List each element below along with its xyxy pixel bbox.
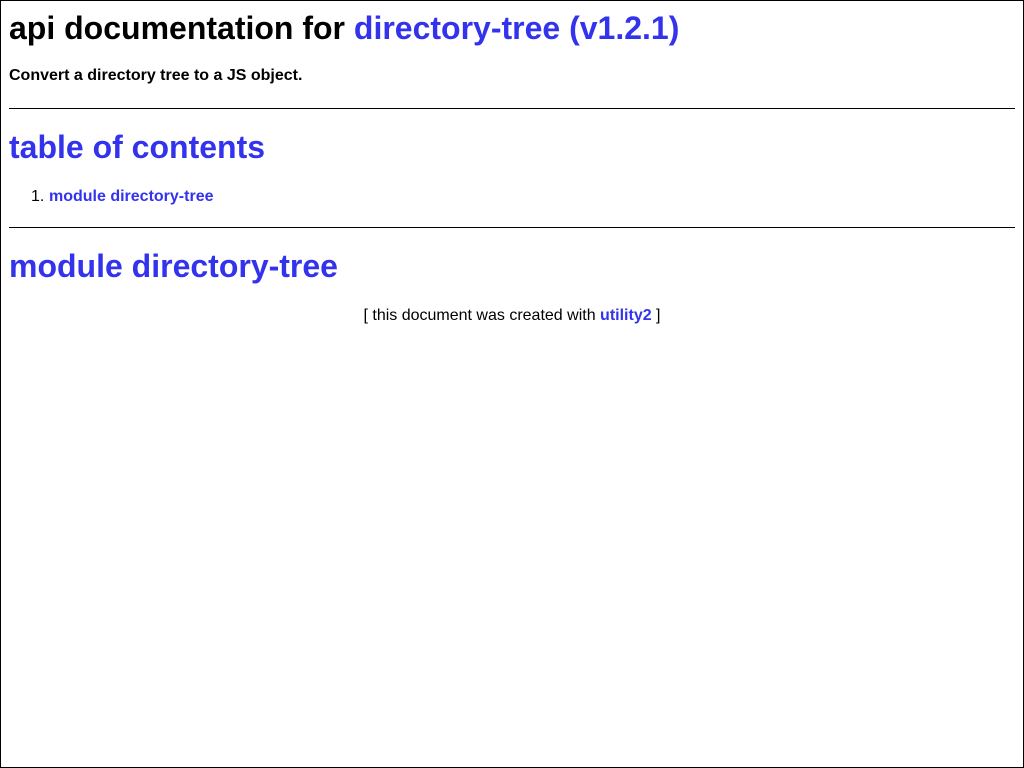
divider — [9, 108, 1015, 109]
footer-prefix: [ this document was created with — [363, 307, 601, 324]
toc-item-number: 1. — [31, 188, 45, 205]
module-heading: module directory-tree — [9, 248, 338, 284]
package-description: Convert a directory tree to a JS object. — [9, 67, 303, 84]
utility2-link[interactable]: utility2 — [600, 307, 652, 324]
footer-suffix: ] — [651, 307, 661, 324]
package-link[interactable]: directory-tree (v1.2.1) — [354, 10, 679, 46]
divider — [9, 227, 1015, 228]
toc-heading: table of contents — [9, 129, 266, 165]
page-title-prefix: api documentation for — [9, 10, 354, 46]
toc-link-module-directory-tree[interactable]: module directory-tree — [49, 187, 213, 207]
page-title: api documentation for directory-tree (v1… — [9, 10, 679, 46]
footer-credit: [ this document was created with utility… — [9, 306, 1015, 326]
